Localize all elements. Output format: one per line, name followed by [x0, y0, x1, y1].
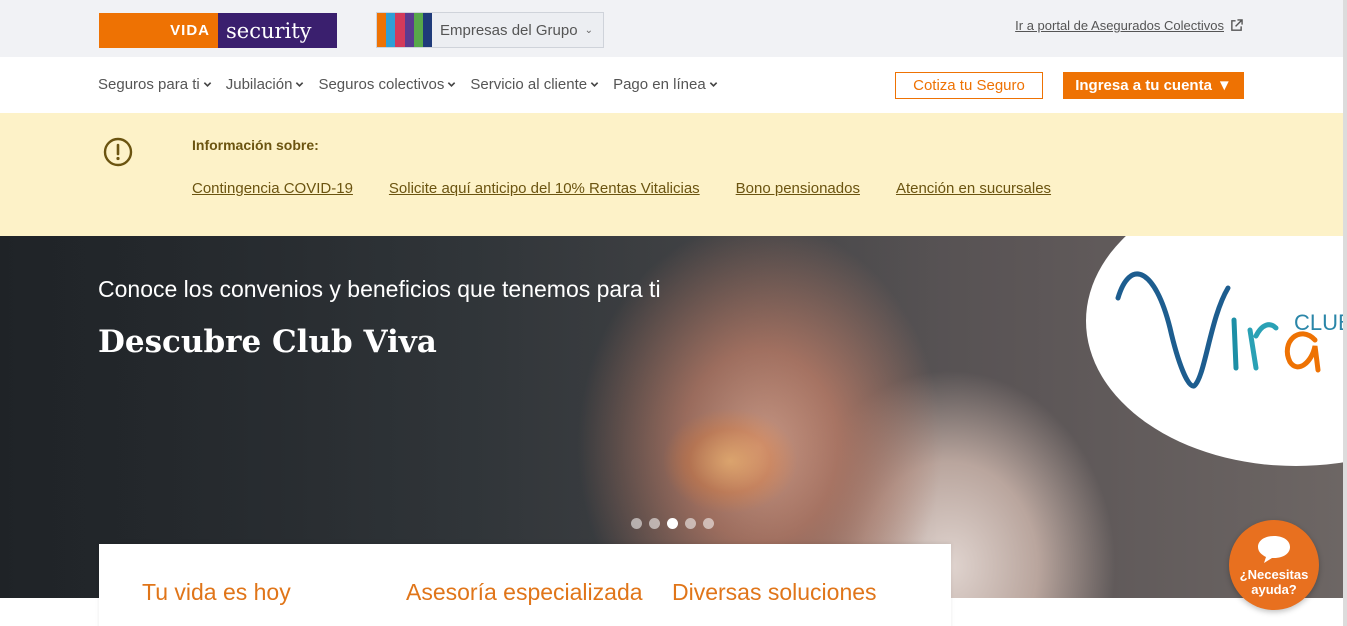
carousel-dot-active[interactable] [667, 518, 678, 529]
page-scrollbar[interactable] [1343, 0, 1347, 626]
info-link-atencion-sucursales[interactable]: Atención en sucursales [896, 180, 1051, 197]
nav-item-label: Seguros para ti [98, 76, 200, 93]
info-link-covid[interactable]: Contingencia COVID-19 [192, 180, 353, 197]
info-banner: Información sobre: Contingencia COVID-19… [0, 113, 1347, 236]
carousel-indicators [631, 518, 714, 529]
group-companies-label: Empresas del Grupo [440, 21, 578, 39]
logo-security-text: security [218, 13, 337, 48]
carousel-dot[interactable] [649, 518, 660, 529]
nav-item-pago-en-linea[interactable]: Pago en línea [613, 76, 718, 93]
chevron-down-icon [709, 82, 717, 87]
nav-item-label: Servicio al cliente [470, 76, 588, 93]
vida-security-logo[interactable]: VIDA security [99, 13, 337, 48]
nav-item-label: Jubilación [225, 76, 293, 93]
info-title: Información sobre: [192, 137, 319, 153]
ingresa-cuenta-label: Ingresa a tu cuenta [1075, 77, 1212, 94]
help-line-1: ¿Necesitas [1239, 567, 1309, 582]
hero-title: Descubre Club Viva [98, 324, 437, 360]
help-line-2: ayuda? [1251, 582, 1297, 597]
card-title-tu-vida: Tu vida es hoy [142, 579, 291, 605]
chevron-down-icon: ⌄ [584, 24, 593, 36]
chevron-down-icon [590, 82, 599, 87]
logo-vida-text: VIDA [99, 13, 218, 48]
feature-cards: Tu vida es hoy Asesoría especializada Di… [99, 544, 951, 626]
carousel-dot[interactable] [685, 518, 696, 529]
external-link-icon [1231, 19, 1243, 31]
hero-subtitle: Conoce los convenios y beneficios que te… [98, 276, 661, 302]
nav-item-jubilacion[interactable]: Jubilación [226, 76, 305, 93]
group-companies-dropdown[interactable]: Empresas del Grupo ⌄ [376, 12, 604, 48]
info-link-bono-pensionados[interactable]: Bono pensionados [736, 180, 860, 197]
carousel-dot[interactable] [703, 518, 714, 529]
chevron-down-icon [448, 82, 456, 87]
caret-down-icon: ▼ [1216, 77, 1232, 94]
club-viva-logo: CLUB [1115, 271, 1343, 389]
portal-asegurados-link[interactable]: Ir a portal de Asegurados Colectivos [1015, 18, 1243, 33]
chat-bubble-icon [1258, 536, 1290, 563]
nav-item-label: Seguros colectivos [318, 76, 445, 93]
info-link-anticipo-rentas[interactable]: Solicite aquí anticipo del 10% Rentas Vi… [389, 180, 700, 197]
nav-item-servicio-al-cliente[interactable]: Servicio al cliente [470, 76, 599, 93]
chevron-down-icon [203, 82, 211, 87]
portal-link-label: Ir a portal de Asegurados Colectivos [1015, 18, 1224, 33]
chevron-down-icon [296, 82, 304, 87]
nav-item-seguros-colectivos[interactable]: Seguros colectivos [318, 76, 456, 93]
alert-circle-icon [103, 137, 133, 167]
cotiza-seguro-button[interactable]: Cotiza tu Seguro [895, 72, 1043, 99]
card-title-soluciones: Diversas soluciones [672, 579, 877, 605]
nav-item-label: Pago en línea [613, 76, 706, 93]
club-viva-club-text: CLUB [1294, 310, 1343, 335]
card-title-asesoria: Asesoría especializada [406, 579, 643, 605]
nav-item-seguros-para-ti[interactable]: Seguros para ti [98, 76, 212, 93]
group-stripes-icon [377, 13, 433, 47]
help-chat-button[interactable]: ¿Necesitas ayuda? [1229, 520, 1319, 610]
carousel-dot[interactable] [631, 518, 642, 529]
ingresa-cuenta-button[interactable]: Ingresa a tu cuenta ▼ [1063, 72, 1244, 99]
top-bar: VIDA security Empresas del Grupo ⌄ Ir a … [0, 0, 1347, 57]
